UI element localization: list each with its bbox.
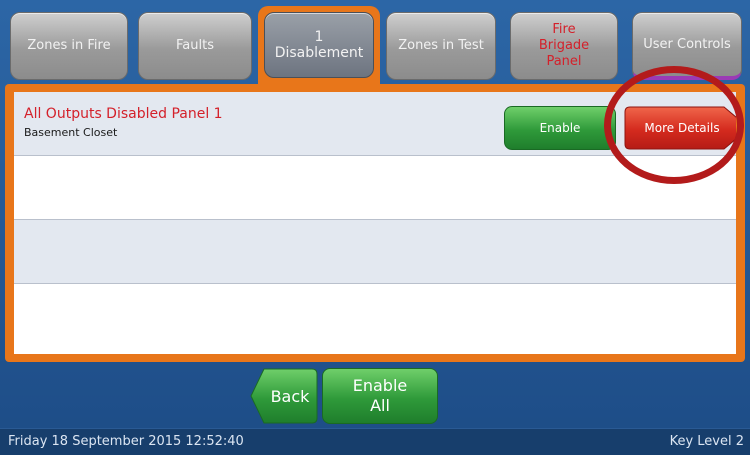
- tab-user-controls[interactable]: User Controls: [632, 12, 742, 80]
- disablement-list: All Outputs Disabled Panel 1 Basement Cl…: [14, 92, 736, 354]
- list-item[interactable]: All Outputs Disabled Panel 1 Basement Cl…: [14, 92, 736, 156]
- tab-label: Zones in Test: [398, 38, 484, 53]
- status-bar: Friday 18 September 2015 12:52:40 Key Le…: [0, 428, 750, 455]
- tab-label: Disablement: [274, 45, 364, 61]
- fire-panel-screen: Zones in Fire Faults 1 Disablement Zones…: [0, 0, 750, 455]
- enable-all-line: All: [370, 396, 390, 415]
- tab-zones-in-fire[interactable]: Zones in Fire: [10, 12, 128, 80]
- back-label: Back: [270, 386, 310, 406]
- tab-label: User Controls: [643, 36, 731, 52]
- tab-faults[interactable]: Faults: [138, 12, 252, 80]
- tab-label: Zones in Fire: [27, 38, 111, 53]
- enable-all-line: Enable: [352, 376, 408, 395]
- disablement-count: 1: [314, 29, 324, 45]
- list-item-empty: [14, 220, 736, 284]
- enable-all-button[interactable]: Enable All: [322, 368, 438, 424]
- item-location: Basement Closet: [24, 126, 118, 139]
- list-item-empty: [14, 284, 736, 348]
- item-title: All Outputs Disabled Panel 1: [24, 106, 223, 122]
- tab-label-line: Fire: [552, 22, 576, 37]
- date-time: Friday 18 September 2015 12:52:40: [8, 434, 244, 449]
- key-level: Key Level 2: [669, 434, 744, 449]
- enable-label: Enable: [539, 121, 581, 135]
- more-details-button[interactable]: More Details: [624, 106, 736, 150]
- enable-button[interactable]: Enable: [504, 106, 616, 150]
- list-item-empty: [14, 156, 736, 220]
- tab-zones-in-test[interactable]: Zones in Test: [386, 12, 496, 80]
- tab-label-line: Panel: [546, 54, 582, 69]
- back-button[interactable]: Back: [250, 368, 318, 424]
- tab-disablement[interactable]: 1 Disablement: [264, 12, 374, 78]
- more-details-label: More Details: [644, 121, 720, 135]
- tab-label: Faults: [176, 38, 214, 53]
- tab-fire-brigade-panel[interactable]: Fire Brigade Panel: [510, 12, 618, 80]
- tab-label-line: Brigade: [538, 38, 590, 53]
